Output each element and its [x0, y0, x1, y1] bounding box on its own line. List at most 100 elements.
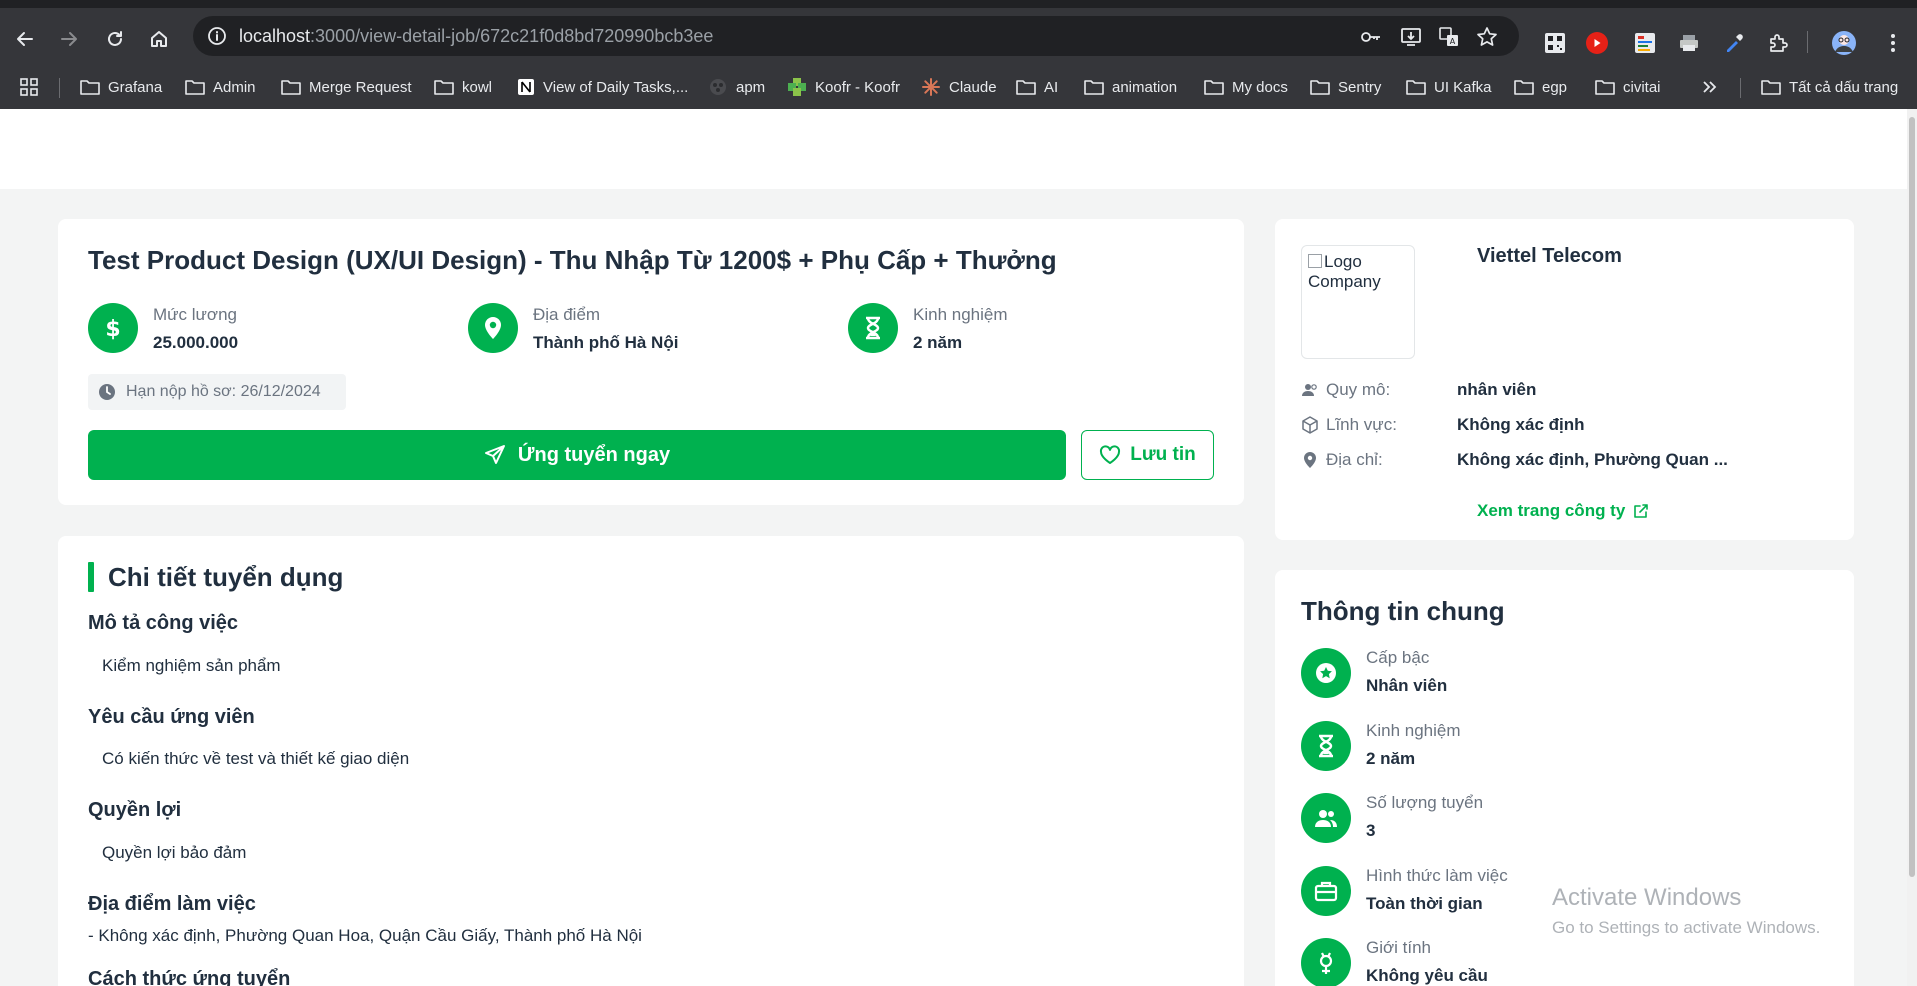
svg-text:A: A	[1450, 37, 1456, 46]
folder-icon	[1595, 79, 1615, 95]
extensions-puzzle-icon[interactable]	[1765, 30, 1791, 56]
all-bookmarks-folder[interactable]: Tất cả dấu trang	[1761, 75, 1898, 99]
bookmark-label: Claude	[949, 78, 997, 96]
back-button[interactable]	[9, 23, 41, 55]
url-text[interactable]: localhost:3000/view-detail-job/672c21f0d…	[239, 26, 713, 47]
broken-image-icon	[1308, 254, 1322, 268]
bookmark-item[interactable]: apm	[708, 75, 765, 99]
reload-button[interactable]	[99, 23, 131, 55]
activate-windows-title: Activate Windows	[1552, 884, 1742, 911]
bookmark-label: apm	[736, 78, 766, 96]
browser-chrome: localhost:3000/view-detail-job/672c21f0d…	[0, 0, 1917, 109]
bookmark-item[interactable]: Admin	[185, 75, 256, 99]
experience-item: Kinh nghiệm 2 năm	[1301, 719, 1841, 771]
salary-value: 25.000.000	[153, 333, 239, 352]
requirements-text: Có kiến thức về test và thiết kế giao di…	[102, 749, 410, 768]
bookmark-item[interactable]: View of Daily Tasks,...	[517, 75, 688, 99]
double-chevron-icon	[1703, 81, 1717, 93]
bookmark-item[interactable]: UI Kafka	[1406, 75, 1492, 99]
company-address-row: Địa chỉ: Không xác định, Phường Quan ...	[1301, 448, 1841, 472]
star-badge-icon	[1301, 648, 1351, 698]
bookmark-item[interactable]: kowl	[434, 75, 492, 99]
folder-icon	[434, 79, 454, 95]
bookmark-label: egp	[1542, 78, 1568, 96]
job-description-text: Kiểm nghiệm sản phẩm	[102, 656, 281, 675]
salary-stat: $ Mức lương 25.000.000	[88, 301, 418, 355]
claude-icon	[921, 77, 941, 97]
browser-menu-icon[interactable]	[1880, 30, 1906, 56]
hourglass-icon	[1301, 721, 1351, 771]
home-icon	[151, 31, 167, 47]
folder-icon	[1406, 79, 1426, 95]
forward-button[interactable]	[53, 23, 85, 55]
requirements-title: Yêu cầu ứng viên	[88, 706, 255, 728]
bookmark-label: Koofr - Koofr	[815, 78, 901, 96]
bookmark-label: My docs	[1232, 78, 1288, 96]
bookmark-label: Grafana	[108, 78, 163, 96]
people-icon	[1301, 793, 1351, 843]
gender-value: Không yêu cầu	[1366, 966, 1488, 985]
hourglass-icon	[848, 303, 898, 353]
job-summary-card: Test Product Design (UX/UI Design) - Thu…	[58, 219, 1244, 505]
bookmark-separator	[59, 78, 60, 98]
company-size-row: Quy mô: nhân viên	[1301, 378, 1841, 402]
page-scrollbar[interactable]	[1907, 109, 1917, 986]
folder-icon	[1514, 79, 1534, 95]
save-job-label: Lưu tin	[1130, 444, 1196, 465]
bookmark-item[interactable]: Merge Request	[281, 75, 412, 99]
experience-label: Kinh nghiệm	[1366, 721, 1461, 740]
work-type-label: Hình thức làm việc	[1366, 866, 1508, 885]
location-stat: Địa điểm Thành phố Hà Nội	[468, 301, 798, 355]
bookmark-item[interactable]: Sentry	[1310, 75, 1381, 99]
company-name[interactable]: Viettel Telecom	[1477, 245, 1622, 268]
experience-stat: Kinh nghiệm 2 năm	[848, 301, 1178, 355]
address-bar[interactable]: localhost:3000/view-detail-job/672c21f0d…	[193, 16, 1519, 56]
bookmark-item[interactable]: My docs	[1204, 75, 1288, 99]
company-address-value: Không xác định, Phường Quan ...	[1457, 450, 1728, 469]
more-bookmarks-button[interactable]	[1701, 75, 1717, 99]
install-app-icon[interactable]	[1400, 26, 1422, 48]
bookmark-item[interactable]: animation	[1084, 75, 1177, 99]
heart-icon	[1100, 445, 1121, 464]
bookmark-item[interactable]: AI	[1016, 75, 1058, 99]
url-host: localhost	[239, 26, 311, 46]
benefits-text: Quyền lợi bảo đảm	[102, 843, 247, 862]
youtube-extension-icon[interactable]	[1584, 30, 1610, 56]
headcount-item: Số lượng tuyển 3	[1301, 791, 1841, 843]
home-button[interactable]	[143, 23, 175, 55]
dashboard-extension-icon[interactable]	[1632, 30, 1658, 56]
details-heading-text: Chi tiết tuyển dụng	[108, 561, 344, 592]
bookmark-item[interactable]: Claude	[921, 75, 997, 99]
folder-icon	[1084, 79, 1104, 95]
bookmark-star-icon[interactable]	[1476, 26, 1498, 48]
eyedropper-extension-icon[interactable]	[1721, 30, 1747, 56]
location-value: Thành phố Hà Nội	[533, 333, 679, 352]
printer-extension-icon[interactable]	[1676, 30, 1702, 56]
company-logo[interactable]: Logo Company	[1301, 245, 1415, 359]
profile-avatar-icon[interactable]	[1831, 30, 1857, 56]
apps-grid-button[interactable]	[20, 75, 38, 99]
translate-icon[interactable]: A	[1438, 26, 1460, 48]
gender-label: Giới tính	[1366, 938, 1432, 957]
view-company-link[interactable]: Xem trang công ty	[1477, 501, 1649, 521]
external-link-icon	[1634, 504, 1649, 518]
apply-now-button[interactable]: Ứng tuyển ngay	[88, 430, 1066, 480]
headcount-value: 3	[1366, 821, 1376, 840]
gender-icon	[1301, 938, 1351, 986]
site-info-icon[interactable]	[207, 26, 227, 46]
folder-icon	[1016, 79, 1036, 95]
bookmark-item[interactable]: Koofr - Koofr	[787, 75, 900, 99]
company-field-label: Lĩnh vực:	[1326, 415, 1397, 434]
save-job-button[interactable]: Lưu tin	[1081, 430, 1214, 480]
job-description-title: Mô tả công việc	[88, 612, 239, 634]
work-type-value: Toàn thời gian	[1366, 894, 1483, 913]
bookmark-item[interactable]: egp	[1514, 75, 1567, 99]
qr-extension-icon[interactable]	[1542, 30, 1568, 56]
scrollbar-thumb[interactable]	[1909, 117, 1915, 877]
password-key-icon[interactable]	[1360, 26, 1382, 48]
bookmark-item[interactable]: civitai	[1595, 75, 1661, 99]
heading-accent-bar	[88, 562, 94, 592]
folder-icon	[80, 79, 100, 95]
bookmark-item[interactable]: Grafana	[80, 75, 162, 99]
toolbar-divider	[1807, 31, 1808, 53]
